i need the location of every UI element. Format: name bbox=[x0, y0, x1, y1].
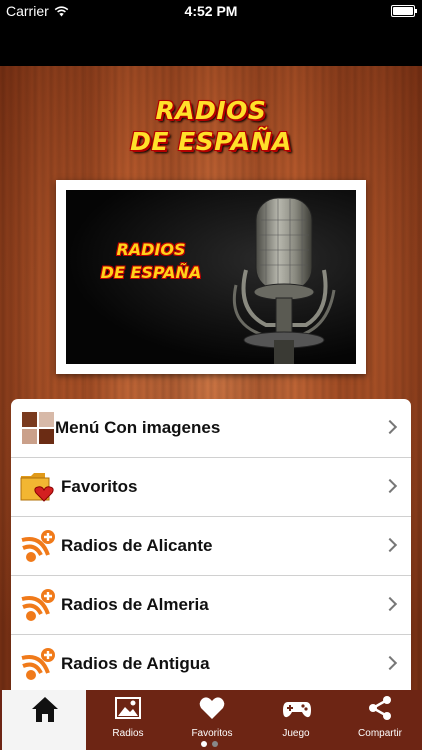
share-icon bbox=[369, 696, 391, 720]
microphone-icon bbox=[232, 197, 336, 364]
home-icon bbox=[32, 697, 58, 722]
banner-picture: RADIOS DE ESPAÑA bbox=[66, 190, 356, 364]
page-dot bbox=[212, 741, 218, 747]
chevron-right-icon bbox=[382, 596, 398, 612]
battery-icon bbox=[391, 5, 417, 17]
status-bar: Carrier 4:52 PM bbox=[0, 0, 422, 22]
menu-item-label: Menú Con imagenes bbox=[55, 418, 221, 437]
app-title-line2: DE ESPAÑA bbox=[130, 127, 292, 156]
chevron-right-icon bbox=[382, 537, 398, 553]
tab-label: Favoritos bbox=[191, 728, 233, 739]
tab-label: Compartir bbox=[358, 728, 402, 739]
tab-radios[interactable]: Radios bbox=[86, 690, 170, 750]
chevron-right-icon bbox=[382, 655, 398, 671]
grid-icon bbox=[22, 412, 54, 444]
menu-item-antigua[interactable]: Radios de Antigua bbox=[11, 635, 411, 691]
banner-title-line2: DE ESPAÑA bbox=[100, 263, 202, 282]
banner-title-line1: RADIOS bbox=[116, 240, 186, 259]
menu-item-label: Favoritos bbox=[61, 477, 138, 496]
tab-label: Radios bbox=[112, 728, 144, 739]
image-icon bbox=[115, 697, 141, 719]
menu-item-almeria[interactable]: Radios de Almeria bbox=[11, 576, 411, 635]
radio-add-icon bbox=[21, 648, 55, 680]
menu-item-label: Radios de Almeria bbox=[61, 595, 209, 614]
chevron-right-icon bbox=[382, 478, 398, 494]
page-indicator bbox=[201, 741, 218, 747]
page-dot bbox=[201, 741, 207, 747]
menu-list: Menú Con imagenes Favoritos Radios de Al… bbox=[11, 399, 411, 691]
chevron-right-icon bbox=[382, 419, 398, 435]
menu-item-alicante[interactable]: Radios de Alicante bbox=[11, 517, 411, 576]
radio-add-icon bbox=[21, 530, 55, 562]
folder-heart-icon bbox=[20, 473, 54, 502]
app-title-line1: RADIOS bbox=[155, 96, 267, 125]
gamepad-icon bbox=[283, 702, 311, 718]
tab-juego[interactable]: Juego bbox=[254, 690, 338, 750]
tab-compartir[interactable]: Compartir bbox=[338, 690, 422, 750]
menu-item-label: Radios de Antigua bbox=[61, 654, 210, 673]
tab-home[interactable] bbox=[2, 690, 86, 750]
menu-item-favoritos[interactable]: Favoritos bbox=[11, 458, 411, 517]
radio-add-icon bbox=[21, 589, 55, 621]
menu-item-imagenes[interactable]: Menú Con imagenes bbox=[11, 399, 411, 458]
status-time: 4:52 PM bbox=[184, 3, 238, 19]
heart-icon bbox=[199, 697, 225, 719]
tab-label: Juego bbox=[282, 728, 310, 739]
menu-item-label: Radios de Alicante bbox=[61, 536, 213, 555]
banner-image: RADIOS DE ESPAÑA bbox=[56, 180, 366, 374]
